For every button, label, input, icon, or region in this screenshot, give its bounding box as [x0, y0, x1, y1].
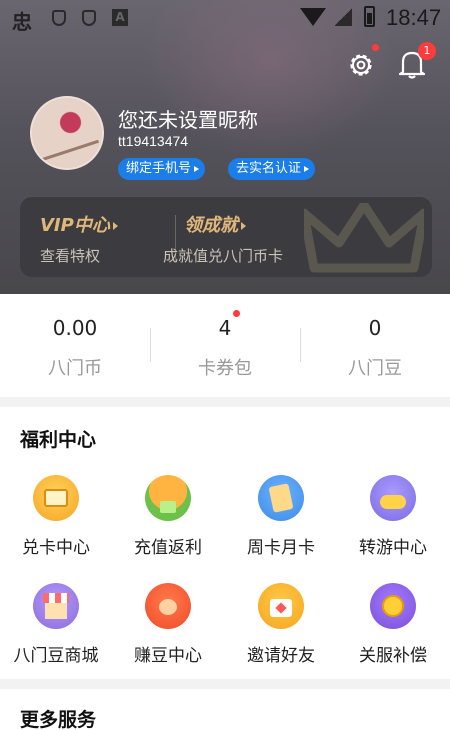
- chevron-right-icon: [241, 222, 246, 230]
- grid-item-recharge-rebate[interactable]: 充值返利: [112, 475, 224, 579]
- grid-item-label: 转游中心: [359, 538, 427, 558]
- vip-center-title: VIP中心: [40, 211, 118, 237]
- grid-item-game-transfer[interactable]: 转游中心: [337, 475, 449, 579]
- user-id: tt19413474: [118, 133, 189, 149]
- earn-beans-icon: [145, 583, 191, 629]
- stat-coupons[interactable]: 4 卡券包: [150, 294, 300, 397]
- stat-coins[interactable]: 0.00 八门币: [0, 294, 150, 397]
- wifi-icon: [300, 8, 326, 26]
- bean-mall-icon: [33, 583, 79, 629]
- real-name-verify-button[interactable]: 去实名认证: [228, 158, 316, 180]
- stat-beans[interactable]: 0 八门豆: [300, 294, 450, 397]
- vip-card: VIP中心 查看特权 领成就 成就值兑八门币卡: [20, 197, 432, 277]
- grid-item-card-exchange[interactable]: 兑卡中心: [0, 475, 112, 579]
- avatar[interactable]: [30, 96, 104, 170]
- game-transfer-icon: [370, 475, 416, 521]
- grid-item-earn-beans[interactable]: 赚豆中心: [112, 583, 224, 687]
- section-title: 更多服务: [20, 709, 97, 730]
- section-title: 福利中心: [20, 429, 97, 451]
- crown-icon: [304, 203, 424, 273]
- grid-item-weekly-monthly-card[interactable]: 周卡月卡: [225, 475, 337, 579]
- chevron-right-icon: [112, 222, 118, 230]
- coins-label: 八门币: [48, 358, 102, 379]
- coupons-notification-dot: [233, 310, 240, 317]
- grid-item-label: 关服补偿: [359, 646, 427, 666]
- beans-value: 0: [368, 316, 382, 340]
- grid-item-label: 周卡月卡: [247, 538, 315, 558]
- shield-icon: [52, 10, 66, 26]
- grid-item-server-compensation[interactable]: 关服补偿: [337, 583, 449, 687]
- app-a-icon: A: [112, 9, 128, 26]
- shield-icon: [82, 10, 96, 26]
- weekly-monthly-card-icon: [258, 475, 304, 521]
- more-services: 更多服务: [0, 689, 450, 730]
- invite-friends-icon: [258, 583, 304, 629]
- signal-icon: [335, 8, 352, 26]
- welfare-center: 福利中心 兑卡中心 充值返利 周卡月卡 转游中心 八门豆商城 赚豆中心 邀请好友…: [0, 407, 450, 679]
- settings-notification-dot: [372, 44, 379, 51]
- achievement-title: 领成就: [184, 211, 246, 237]
- gear-icon[interactable]: [346, 50, 376, 80]
- grid-item-label: 邀请好友: [247, 646, 315, 666]
- coupons-label: 卡券包: [198, 358, 252, 379]
- bind-phone-button[interactable]: 绑定手机号: [118, 158, 206, 180]
- app-notification-icon: 忠: [12, 10, 32, 34]
- grid-item-invite-friends[interactable]: 邀请好友: [225, 583, 337, 687]
- recharge-rebate-icon: [145, 475, 191, 521]
- server-compensation-icon: [370, 583, 416, 629]
- grid-item-label: 赚豆中心: [134, 646, 202, 666]
- nickname[interactable]: 您还未设置昵称: [118, 104, 258, 133]
- grid-item-label: 八门豆商城: [13, 646, 99, 666]
- status-time: 18:47: [386, 5, 442, 30]
- grid-item-bean-mall[interactable]: 八门豆商城: [0, 583, 112, 687]
- battery-icon: [364, 6, 375, 27]
- beans-label: 八门豆: [348, 358, 402, 379]
- grid-item-label: 兑卡中心: [22, 538, 90, 558]
- card-exchange-icon: [33, 475, 79, 521]
- achievement-subtitle: 成就值兑八门币卡: [163, 247, 284, 265]
- coins-value: 0.00: [52, 316, 98, 340]
- status-bar: 忠 A 18:47: [0, 0, 450, 36]
- grid-item-label: 充值返利: [134, 538, 202, 558]
- wallet-stats: 0.00 八门币 4 卡券包 0 八门豆: [0, 294, 450, 397]
- profile-header: 忠 A 18:47 1 您还未设置昵称 tt19413474 绑定手机号 去实名…: [0, 0, 450, 294]
- coupons-value: 4: [218, 316, 232, 340]
- vip-center-subtitle: 查看特权: [40, 247, 101, 265]
- notification-badge: 1: [418, 42, 436, 60]
